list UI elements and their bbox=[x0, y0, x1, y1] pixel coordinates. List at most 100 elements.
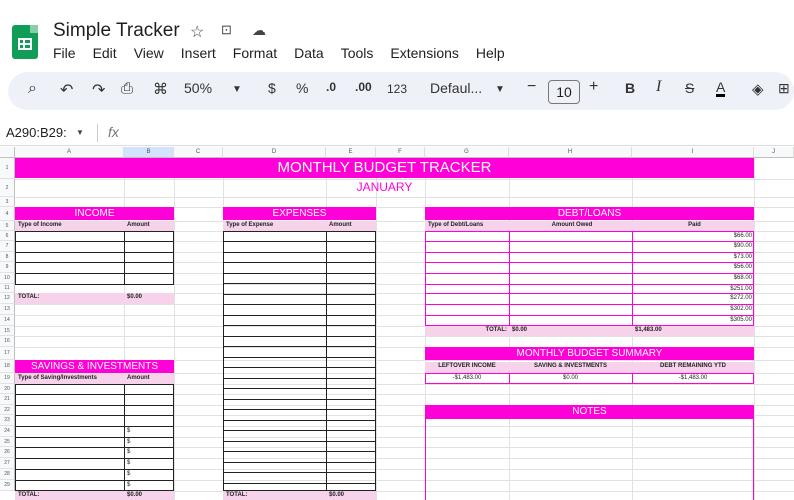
menu-extensions[interactable]: Extensions bbox=[390, 45, 458, 61]
row-header-25[interactable]: 25 bbox=[0, 437, 15, 447]
row-header-26[interactable]: 26 bbox=[0, 447, 15, 458]
menu-format[interactable]: Format bbox=[233, 45, 277, 61]
row-header-4[interactable]: 4 bbox=[0, 207, 15, 221]
row-header-6[interactable]: 6 bbox=[0, 231, 15, 241]
increase-decimal-button[interactable]: .00 bbox=[355, 80, 372, 94]
menu-insert[interactable]: Insert bbox=[181, 45, 216, 61]
strikethrough-icon[interactable]: S bbox=[685, 80, 694, 96]
row-header-1[interactable]: 1 bbox=[0, 158, 15, 179]
font-size-input[interactable]: 10 bbox=[548, 80, 580, 104]
row-header-17[interactable]: 17 bbox=[0, 347, 15, 360]
menu-tools[interactable]: Tools bbox=[341, 45, 374, 61]
plus-icon[interactable]: + bbox=[589, 78, 598, 96]
savings-row-line bbox=[15, 426, 174, 427]
sheets-logo-icon[interactable] bbox=[12, 25, 38, 59]
redo-icon[interactable]: ↷ bbox=[92, 80, 105, 100]
undo-icon[interactable]: ↶ bbox=[60, 80, 73, 100]
paint-format-icon[interactable]: ⌘ bbox=[153, 80, 168, 98]
menu-file[interactable]: File bbox=[53, 45, 76, 61]
row-header-13[interactable]: 13 bbox=[0, 304, 15, 315]
menu-data[interactable]: Data bbox=[294, 45, 324, 61]
borders-icon[interactable]: ⊞ bbox=[778, 80, 790, 97]
row-header-7[interactable]: 7 bbox=[0, 241, 15, 252]
expenses-table[interactable] bbox=[223, 231, 376, 491]
income-row-line bbox=[15, 241, 174, 242]
income-table[interactable] bbox=[15, 231, 174, 285]
gridline-row bbox=[15, 197, 794, 198]
debt-row-line bbox=[425, 273, 754, 274]
fill-color-icon[interactable]: ◈ bbox=[752, 80, 764, 98]
font-chevron-down-icon[interactable]: ▼ bbox=[495, 84, 505, 95]
row-header-24[interactable]: 24 bbox=[0, 426, 15, 437]
menu-view[interactable]: View bbox=[134, 45, 164, 61]
savings-row-line bbox=[15, 480, 174, 481]
col-header-j[interactable]: J bbox=[754, 147, 794, 158]
row-header-15[interactable]: 15 bbox=[0, 326, 15, 336]
row-header-11[interactable]: 11 bbox=[0, 284, 15, 293]
row-header-3[interactable]: 3 bbox=[0, 197, 15, 207]
row-header-14[interactable]: 14 bbox=[0, 315, 15, 326]
income-row-line bbox=[15, 252, 174, 253]
row-header-8[interactable]: 8 bbox=[0, 252, 15, 262]
chevron-down-icon[interactable]: ▼ bbox=[232, 84, 242, 95]
row-header-18[interactable]: 18 bbox=[0, 360, 15, 373]
print-icon[interactable]: ⎙ bbox=[121, 80, 133, 97]
debt-paid-value: $251.00 bbox=[730, 286, 752, 292]
debt-row-line bbox=[425, 315, 754, 316]
font-select[interactable]: Defaul... bbox=[430, 80, 482, 96]
decrease-decimal-button[interactable]: .0 bbox=[326, 80, 336, 94]
percent-button[interactable]: % bbox=[296, 80, 308, 96]
name-box[interactable]: A290:B29: bbox=[6, 125, 67, 140]
row-header-10[interactable]: 10 bbox=[0, 273, 15, 284]
debt-row-line bbox=[425, 262, 754, 263]
notes-area[interactable] bbox=[425, 418, 754, 500]
savings-row-line bbox=[15, 405, 174, 406]
col-header-f[interactable]: F bbox=[376, 147, 425, 158]
col-header-e[interactable]: E bbox=[326, 147, 376, 158]
text-color-button[interactable]: A bbox=[716, 80, 726, 97]
col-header-i[interactable]: I bbox=[632, 147, 754, 158]
col-header-c[interactable]: C bbox=[174, 147, 223, 158]
row-header-9[interactable]: 9 bbox=[0, 262, 15, 273]
minus-icon[interactable]: − bbox=[527, 78, 536, 96]
document-title[interactable]: Simple Tracker bbox=[53, 20, 180, 42]
row-header-5[interactable]: 5 bbox=[0, 221, 15, 231]
row-header-27[interactable]: 27 bbox=[0, 458, 15, 469]
menu-edit[interactable]: Edit bbox=[93, 45, 117, 61]
select-all-corner[interactable] bbox=[0, 147, 15, 158]
row-header-22[interactable]: 22 bbox=[0, 405, 15, 415]
row-header-16[interactable]: 16 bbox=[0, 336, 15, 347]
row-header-29[interactable]: 29 bbox=[0, 480, 15, 491]
number-format-button[interactable]: 123 bbox=[387, 82, 407, 96]
debt-row-line bbox=[425, 284, 754, 285]
expense-row-line bbox=[223, 273, 376, 274]
col-header-b[interactable]: B bbox=[124, 147, 174, 158]
summary-savings-value: $0.00 bbox=[562, 375, 578, 381]
menu-help[interactable]: Help bbox=[476, 45, 505, 61]
cloud-saved-icon[interactable]: ☁ bbox=[252, 22, 266, 39]
move-folder-icon[interactable]: ⊡ bbox=[221, 22, 232, 38]
expense-row-line bbox=[223, 252, 376, 253]
row-header-23[interactable]: 23 bbox=[0, 415, 15, 426]
notes-header: NOTES bbox=[425, 405, 754, 418]
col-header-g[interactable]: G bbox=[425, 147, 509, 158]
row-header-28[interactable]: 28 bbox=[0, 469, 15, 480]
bold-button[interactable]: B bbox=[625, 80, 635, 96]
zoom-select[interactable]: 50% bbox=[184, 80, 212, 96]
row-header-19[interactable]: 19 bbox=[0, 373, 15, 384]
namebox-chevron-icon[interactable]: ▼ bbox=[76, 128, 84, 137]
expense-row-line bbox=[223, 378, 376, 379]
debt-divider bbox=[509, 231, 510, 326]
row-header-2[interactable]: 2 bbox=[0, 179, 15, 197]
gridline-col bbox=[174, 158, 175, 500]
italic-button[interactable]: I bbox=[656, 78, 661, 96]
row-header-21[interactable]: 21 bbox=[0, 394, 15, 405]
star-icon[interactable]: ☆ bbox=[190, 22, 204, 42]
row-header-12[interactable]: 12 bbox=[0, 293, 15, 304]
currency-button[interactable]: $ bbox=[268, 80, 276, 96]
search-icon[interactable]: ⌕ bbox=[28, 80, 37, 98]
col-header-h[interactable]: H bbox=[509, 147, 632, 158]
row-header-20[interactable]: 20 bbox=[0, 384, 15, 394]
col-header-d[interactable]: D bbox=[223, 147, 326, 158]
col-header-a[interactable]: A bbox=[15, 147, 124, 158]
